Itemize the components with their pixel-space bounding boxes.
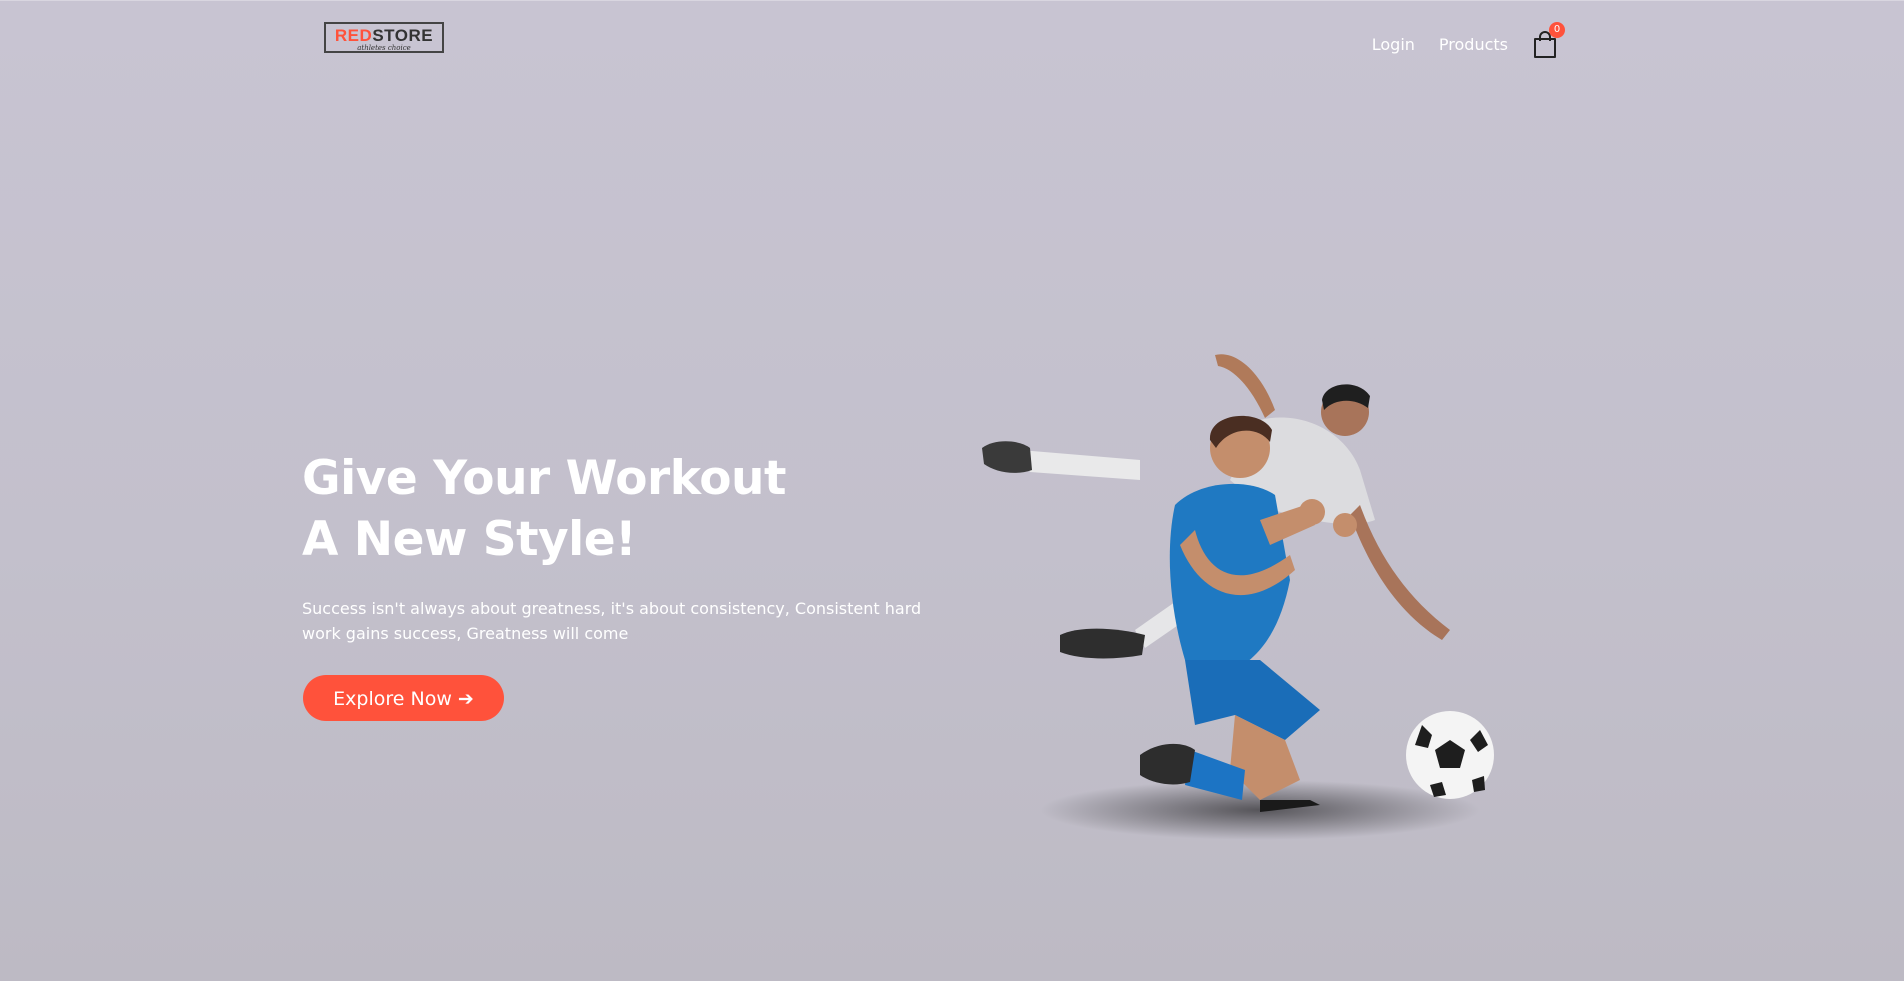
nav-products-link[interactable]: Products bbox=[1439, 34, 1508, 56]
logo-wordmark: REDSTORE bbox=[334, 26, 434, 45]
soccer-ball bbox=[1406, 711, 1494, 799]
hero-subtitle: Success isn't always about greatness, it… bbox=[302, 599, 922, 643]
explore-now-button[interactable]: Explore Now ➔ bbox=[303, 675, 504, 721]
football-players-image bbox=[982, 354, 1494, 840]
cart-count-badge: 0 bbox=[1549, 22, 1565, 38]
nav-login-link[interactable]: Login bbox=[1372, 34, 1415, 56]
top-border bbox=[0, 0, 1904, 1]
hero-title: Give Your Workout A New Style! bbox=[302, 448, 786, 570]
hero-title-line1: Give Your Workout bbox=[302, 451, 786, 506]
main-nav: Login Products 0 bbox=[1348, 22, 1565, 59]
redstore-logo[interactable]: REDSTORE athletes choice bbox=[324, 22, 444, 53]
cart-button[interactable]: 0 bbox=[1532, 22, 1565, 59]
hero-title-line2: A New Style! bbox=[302, 512, 637, 567]
